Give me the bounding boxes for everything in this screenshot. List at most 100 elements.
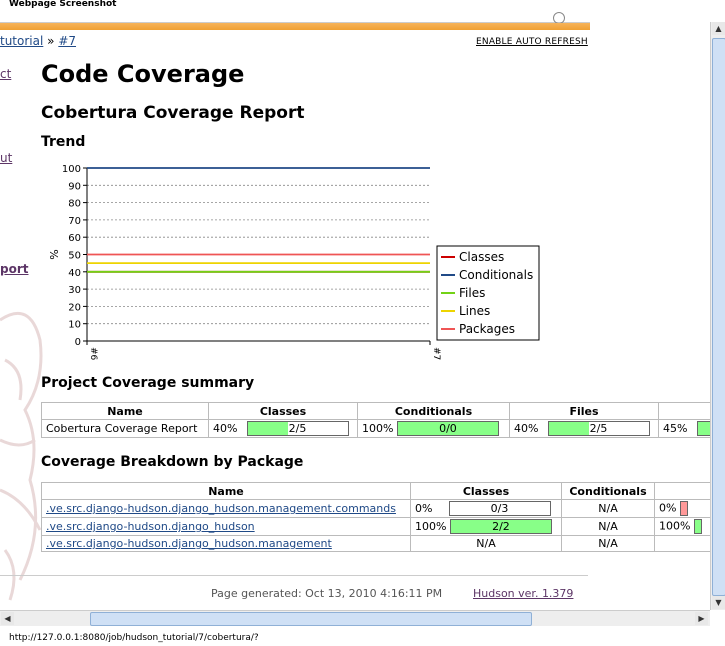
y-tick-label: 100 [62, 164, 81, 175]
table-row: .ve.src.django-hudson.django_hudson.mana… [41, 535, 710, 552]
summary-classes-pct: 40% [213, 421, 238, 435]
col-header-next [658, 402, 710, 420]
summary-conditionals: 100% 0/0 [357, 419, 510, 438]
legend-entry: Packages [459, 322, 515, 336]
table-row: Cobertura Coverage Report 40% 2/5 100% 0… [41, 419, 710, 438]
breakdown-header-row: Name Classes Conditionals [41, 482, 710, 500]
scroll-down-arrow-icon[interactable]: ▼ [712, 596, 725, 609]
coverage-bar: 0/3 [448, 501, 551, 516]
scroll-right-arrow-icon[interactable]: ▶ [695, 612, 708, 625]
trend-heading: Trend [41, 134, 86, 150]
col-header-classes: Classes [208, 402, 358, 420]
summary-classes-ratio: 2/5 [288, 422, 307, 435]
legend-entry: Files [459, 286, 485, 300]
legend-entry: Classes [459, 250, 504, 264]
package-next-pct: 100% [659, 519, 691, 533]
package-next-pct: 0% [659, 501, 677, 515]
trend-chart: 0 10 20 30 40 50 60 70 80 90 100% #6 #7 Classes Condit… [48, 164, 540, 361]
col-header-name: Name [41, 482, 411, 500]
page-viewport: tutorial » #7 ENABLE AUTO REFRESH ct ut … [0, 30, 710, 610]
package-classes-ratio: 2/2 [492, 520, 510, 533]
horizontal-scrollbar[interactable]: ◀ ▶ [0, 610, 710, 626]
table-row: .ve.src.django-hudson.django_hudson.mana… [41, 499, 710, 518]
sidebar-link-3[interactable]: port [0, 262, 29, 276]
package-breakdown-table: Name Classes Conditionals .ve.src.django… [41, 482, 710, 552]
coverage-bar [696, 421, 710, 436]
x-tick-label: #6 [88, 347, 98, 361]
summary-files: 40% 2/5 [509, 419, 659, 438]
summary-cond-ratio: 0/0 [439, 422, 457, 435]
coverage-bar: 2/2 [449, 519, 552, 534]
horizontal-scroll-thumb[interactable] [90, 612, 532, 626]
summary-lines: 45% [658, 419, 710, 438]
legend-entry: Conditionals [459, 268, 533, 282]
col-header-conditionals: Conditionals [561, 482, 655, 500]
legend-entry: Lines [459, 304, 490, 318]
package-next-pct [654, 535, 710, 552]
y-tick-label: 20 [68, 302, 81, 313]
scroll-left-arrow-icon[interactable]: ◀ [1, 612, 14, 625]
vertical-scroll-thumb[interactable] [712, 38, 725, 596]
y-tick-label: 90 [68, 181, 81, 192]
y-tick-label: 0 [75, 337, 81, 348]
breakdown-heading: Coverage Breakdown by Package [41, 454, 304, 470]
coverage-bar: 2/5 [547, 421, 650, 436]
x-tick-label: #7 [431, 347, 441, 360]
coverage-bar: 2/5 [246, 421, 349, 436]
status-bar-url: http://127.0.0.1:8080/job/hudson_tutoria… [9, 633, 259, 643]
coverage-bar [693, 519, 702, 534]
breadcrumb-build-link[interactable]: #7 [58, 34, 76, 48]
scroll-up-arrow-icon[interactable]: ▲ [712, 22, 725, 35]
hudson-butler-watermark [0, 311, 43, 601]
package-conditionals: N/A [561, 535, 655, 552]
summary-lines-pct: 45% [663, 421, 688, 435]
summary-files-ratio: 2/5 [589, 422, 608, 435]
summary-cond-pct: 100% [362, 421, 394, 435]
address-bar[interactable] [0, 12, 590, 24]
col-header-files: Files [509, 402, 659, 420]
col-header-classes: Classes [410, 482, 562, 500]
vertical-scrollbar[interactable]: ▲ ▼ [710, 22, 725, 610]
package-conditionals: N/A [561, 517, 655, 536]
summary-heading: Project Coverage summary [41, 375, 255, 391]
page-title: Code Coverage [41, 60, 245, 88]
summary-name: Cobertura Coverage Report [41, 419, 209, 438]
enable-auto-refresh-link[interactable]: ENABLE AUTO REFRESH [476, 37, 588, 47]
col-header-name: Name [41, 402, 209, 420]
footer-divider [0, 575, 588, 576]
y-tick-label: 60 [68, 233, 81, 244]
summary-files-pct: 40% [514, 421, 539, 435]
y-tick-label: 50 [68, 251, 81, 262]
header-accent-bar [0, 23, 590, 30]
package-link[interactable]: .ve.src.django-hudson.django_hudson.mana… [46, 502, 396, 515]
col-header-conditionals: Conditionals [357, 402, 510, 420]
package-link[interactable]: .ve.src.django-hudson.django_hudson.mana… [46, 537, 332, 550]
y-tick-label: 30 [68, 285, 81, 296]
y-tick-label: 80 [68, 199, 81, 210]
package-classes-ratio: 0/3 [490, 502, 509, 515]
page-generated-text: Page generated: Oct 13, 2010 4:16:11 PM [211, 587, 443, 600]
report-title: Cobertura Coverage Report [41, 103, 305, 123]
coverage-bar: 0/0 [396, 421, 499, 436]
breadcrumb-separator: » [47, 34, 55, 48]
y-tick-label: 70 [68, 216, 81, 227]
package-conditionals: N/A [561, 499, 655, 518]
project-summary-table: Name Classes Conditionals Files Cobertur… [41, 402, 710, 438]
window-title: Webpage Screenshot [9, 0, 117, 9]
package-classes-na: N/A [410, 535, 562, 552]
sidebar-link-1[interactable]: ct [0, 67, 11, 81]
package-classes-pct: 100% [415, 519, 447, 533]
sidebar-link-2[interactable]: ut [0, 151, 12, 165]
col-header-next [654, 482, 710, 500]
summary-header-row: Name Classes Conditionals Files [41, 402, 710, 420]
package-link[interactable]: .ve.src.django-hudson.django_hudson [46, 520, 255, 533]
package-classes-pct: 0% [415, 501, 433, 515]
y-axis-label: % [48, 249, 61, 259]
y-tick-label: 40 [68, 268, 81, 279]
y-tick-label: 10 [68, 320, 81, 331]
coverage-bar [679, 501, 688, 516]
breadcrumb: tutorial » #7 [0, 34, 76, 48]
hudson-version-link[interactable]: Hudson ver. 1.379 [473, 587, 573, 600]
breadcrumb-job-link[interactable]: tutorial [0, 34, 43, 48]
summary-classes: 40% 2/5 [208, 419, 358, 438]
